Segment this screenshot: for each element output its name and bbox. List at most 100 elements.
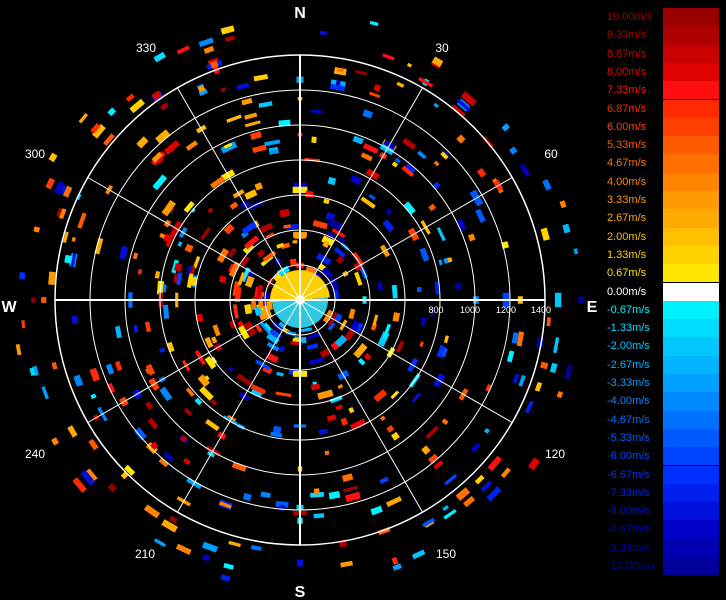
echo-gate [326,414,337,422]
azimuth-spoke [299,299,423,513]
echo-gate [275,391,292,398]
legend-label: -6.00m/s [607,450,650,463]
echo-gate [500,467,511,479]
legend-label: -7.33m/s [607,486,650,499]
legend-swatch [663,483,719,503]
echo-gate [340,560,353,568]
echo-gate [78,113,89,124]
legend-label: 7.33m/s [607,84,647,97]
legend-swatch [663,557,719,576]
legend-label: 4.00m/s [607,175,647,188]
echo-gate [354,271,363,286]
echo-gate [41,297,47,303]
echo-gate [259,222,274,234]
echo-gate [382,219,395,233]
echo-gate [348,308,356,320]
legend-entry: -6.67m/s [605,465,719,484]
echo-gate [114,325,122,339]
radar-display: N S E W 30 60 120 150 210 240 300 330 80… [0,0,726,600]
echo-gate [254,182,263,191]
echo-gate [454,282,462,290]
legend-swatch [663,410,719,429]
echo-gate [176,45,191,55]
echo-gate [562,223,571,234]
angle-label-210: 210 [135,547,155,561]
echo-gate [154,271,161,279]
echo-gate [348,407,355,414]
echo-gate [308,357,325,366]
azimuth-spoke [87,299,301,423]
echo-gate [313,488,320,495]
legend-swatch [663,99,719,118]
echo-gate [103,133,115,146]
echo-gate [475,208,486,223]
compass-north: N [294,5,306,22]
legend-swatch [663,227,719,246]
echo-gate [390,390,400,400]
angle-label-150: 150 [436,547,456,561]
echo-gate [200,227,211,241]
echo-gate [443,508,457,520]
echo-gate [166,341,175,353]
legend-swatch [663,172,719,191]
legend-entry: 5.33m/s [605,136,719,155]
legend-label: -3.33m/s [607,377,650,389]
echo-gate [390,431,400,441]
echo-gate [183,457,191,466]
echo-gate [411,549,426,560]
echo-gate [559,200,567,209]
echo-gate [474,474,485,485]
legend-swatch [663,355,719,374]
echo-gate [202,553,211,562]
echo-gate [250,131,262,140]
echo-gate [363,353,372,361]
echo-gate [143,504,161,519]
echo-gate [564,364,573,380]
legend-entry: 6.00m/s [605,117,719,137]
echo-gate [306,342,319,351]
echo-gate [229,201,239,210]
echo-gate [476,167,487,178]
echo-gate [77,212,87,229]
legend-entry: 8.00m/s [605,62,719,82]
echo-gate [310,109,323,114]
echo-gate [147,417,159,430]
echo-gate [220,25,235,35]
echo-gate [578,296,585,304]
echo-gate [350,174,362,186]
legend-entry: -0.67m/s [605,300,719,320]
echo-gate [396,81,405,88]
echo-gate [199,386,214,401]
echo-gate [132,252,139,260]
angle-label-60: 60 [544,147,558,161]
echo-gate [354,69,367,76]
echo-gate [136,136,149,149]
echo-gate [386,425,395,433]
echo-gate [279,345,286,353]
echo-gate [241,97,253,106]
echo-gate [428,203,437,212]
legend-swatch [663,81,719,100]
echo-gate [31,297,36,303]
echo-gate [161,199,177,217]
echo-gate [442,505,450,512]
echo-gate [352,135,364,145]
echo-gate [228,366,234,372]
echo-gate [379,476,389,485]
legend-entry: -10.00m/s [605,557,719,576]
echo-gate [391,284,398,299]
echo-gate [540,227,550,241]
echo-gate [285,330,297,337]
legend-swatch [663,245,719,265]
echo-gate [252,144,267,154]
echo-gate [328,491,341,500]
echo-gate [438,259,443,266]
echo-gate [471,442,481,453]
echo-gate [145,401,154,411]
legend-swatch [663,26,719,45]
angle-label-30: 30 [435,41,449,55]
echo-gate [207,207,214,214]
azimuth-spoke [299,299,513,423]
echo-gate [433,102,440,109]
echo-gate [540,361,549,370]
